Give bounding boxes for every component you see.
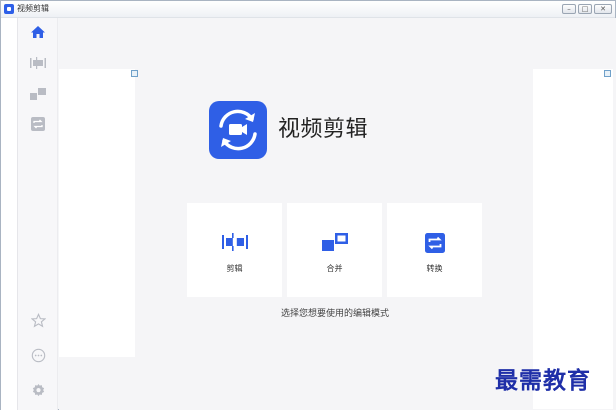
mode-hint-text: 选择您想要使用的编辑模式: [280, 309, 389, 319]
window-controls: – □ ✕: [562, 4, 612, 14]
home-icon: [31, 26, 45, 38]
cut-icon: [221, 233, 248, 251]
cut-icon: [30, 57, 46, 69]
close-button[interactable]: ✕: [594, 4, 612, 14]
gear-icon: [32, 383, 44, 396]
app-window: 视频剪辑 – □ ✕ 视频剪辑 剪辑 合并 转换 选择您想要使用的编辑模式 最需…: [0, 0, 616, 410]
mode-card-convert[interactable]: 转换: [387, 203, 482, 297]
merge-icon: [30, 88, 46, 100]
star-icon: [30, 312, 46, 327]
mode-card-label: 转换: [426, 264, 443, 273]
merge-icon: [321, 233, 348, 251]
sidebar-item-home[interactable]: [26, 20, 50, 44]
window-title: 视频剪辑: [17, 4, 49, 13]
app-logo: [209, 101, 267, 159]
sidebar-item-more[interactable]: [26, 343, 50, 367]
sidebar-item-cut[interactable]: [26, 51, 50, 75]
sidebar-item-favorite[interactable]: [26, 308, 50, 332]
watermark-text: 最需教育: [495, 367, 591, 394]
convert-icon: [31, 117, 45, 131]
ad-close-icon[interactable]: [131, 70, 138, 77]
video-camera-icon: [219, 109, 257, 151]
maximize-button[interactable]: □: [578, 4, 592, 14]
minimize-button[interactable]: –: [562, 4, 576, 14]
sidebar-item-convert[interactable]: [26, 112, 50, 136]
app-icon: [4, 4, 14, 14]
title-bar: 视频剪辑 – □ ✕: [1, 1, 615, 18]
ad-panel-right: [533, 69, 613, 409]
more-icon: [31, 348, 45, 362]
sidebar: [18, 18, 58, 410]
window-left-border: [1, 18, 18, 410]
convert-icon: [424, 233, 445, 253]
sidebar-item-merge[interactable]: [26, 82, 50, 106]
app-name-heading: 视频剪辑: [278, 117, 369, 142]
mode-card-label: 剪辑: [226, 264, 243, 273]
mode-card-cut[interactable]: 剪辑: [187, 203, 282, 297]
ad-close-icon[interactable]: [604, 70, 611, 77]
mode-card-merge[interactable]: 合并: [287, 203, 382, 297]
ad-panel-left: [59, 69, 138, 357]
mode-card-label: 合并: [326, 264, 343, 273]
sidebar-item-settings[interactable]: [26, 378, 50, 402]
